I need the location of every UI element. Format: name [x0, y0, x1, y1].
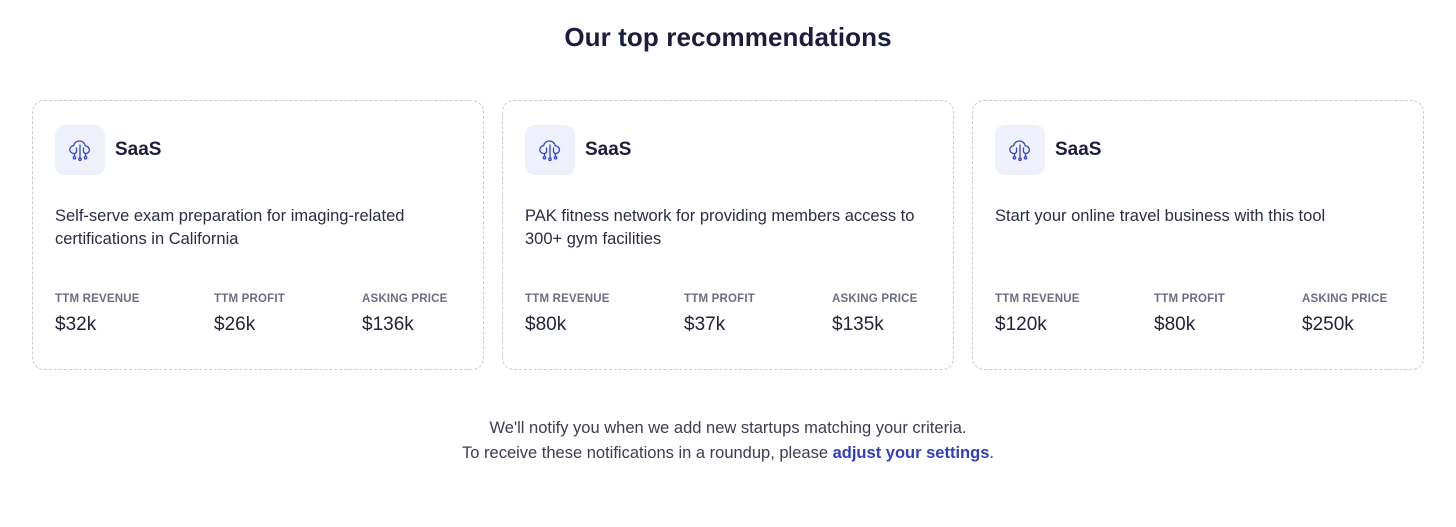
adjust-settings-link[interactable]: adjust your settings	[833, 444, 990, 462]
metric-value: $32k	[55, 314, 97, 335]
category-label: SaaS	[115, 139, 162, 160]
metric-ttm-revenue: TTM REVENUE $120k	[995, 293, 1154, 336]
listing-card[interactable]: SaaS Self-serve exam preparation for ima…	[32, 100, 484, 370]
category-label: SaaS	[585, 139, 632, 160]
listing-description: PAK fitness network for providing member…	[525, 207, 915, 248]
notice-line-2-suffix: .	[989, 444, 994, 462]
recommendation-cards: SaaS Self-serve exam preparation for ima…	[32, 100, 1424, 370]
metric-ttm-profit: TTM PROFIT $26k	[214, 293, 362, 336]
metric-ttm-profit: TTM PROFIT $80k	[1154, 293, 1302, 336]
metric-label: TTM REVENUE	[525, 293, 610, 305]
card-header: SaaS	[525, 125, 631, 175]
metric-value: $80k	[1154, 314, 1196, 335]
listing-description: Start your online travel business with t…	[995, 207, 1326, 225]
metric-value: $37k	[684, 314, 726, 335]
metric-value: $26k	[214, 314, 256, 335]
metrics-row: TTM REVENUE $80k TTM PROFIT $37k ASKING …	[525, 293, 935, 336]
notification-notice: We'll notify you when we add new startup…	[0, 416, 1456, 466]
metric-asking-price: ASKING PRICE $250k	[1302, 293, 1405, 336]
metric-ttm-profit: TTM PROFIT $37k	[684, 293, 832, 336]
metric-label: ASKING PRICE	[1302, 293, 1388, 305]
cloud-chip-icon	[55, 125, 105, 175]
listing-card[interactable]: SaaS Start your online travel business w…	[972, 100, 1424, 370]
metrics-row: TTM REVENUE $32k TTM PROFIT $26k ASKING …	[55, 293, 465, 336]
metric-value: $135k	[832, 314, 884, 335]
metric-asking-price: ASKING PRICE $136k	[362, 293, 465, 336]
metric-label: TTM REVENUE	[55, 293, 140, 305]
metric-ttm-revenue: TTM REVENUE $80k	[525, 293, 684, 336]
metrics-row: TTM REVENUE $120k TTM PROFIT $80k ASKING…	[995, 293, 1405, 336]
metric-label: ASKING PRICE	[362, 293, 448, 305]
metric-ttm-revenue: TTM REVENUE $32k	[55, 293, 214, 336]
metric-label: TTM PROFIT	[214, 293, 285, 305]
metric-label: TTM PROFIT	[684, 293, 755, 305]
metric-label: TTM PROFIT	[1154, 293, 1225, 305]
card-header: SaaS	[995, 125, 1101, 175]
metric-asking-price: ASKING PRICE $135k	[832, 293, 935, 336]
metric-label: TTM REVENUE	[995, 293, 1080, 305]
metric-value: $80k	[525, 314, 567, 335]
metric-value: $136k	[362, 314, 414, 335]
notice-line-2-prefix: To receive these notifications in a roun…	[462, 444, 833, 462]
metric-value: $250k	[1302, 314, 1354, 335]
cloud-chip-icon	[525, 125, 575, 175]
notice-line-1: We'll notify you when we add new startup…	[489, 419, 967, 437]
page-title: Our top recommendations	[564, 22, 892, 52]
category-label: SaaS	[1055, 139, 1102, 160]
listing-card[interactable]: SaaS PAK fitness network for providing m…	[502, 100, 954, 370]
listing-description: Self-serve exam preparation for imaging-…	[55, 207, 405, 248]
card-header: SaaS	[55, 125, 161, 175]
notice-line-2: To receive these notifications in a roun…	[0, 441, 1456, 466]
metric-value: $120k	[995, 314, 1047, 335]
metric-label: ASKING PRICE	[832, 293, 918, 305]
cloud-chip-icon	[995, 125, 1045, 175]
